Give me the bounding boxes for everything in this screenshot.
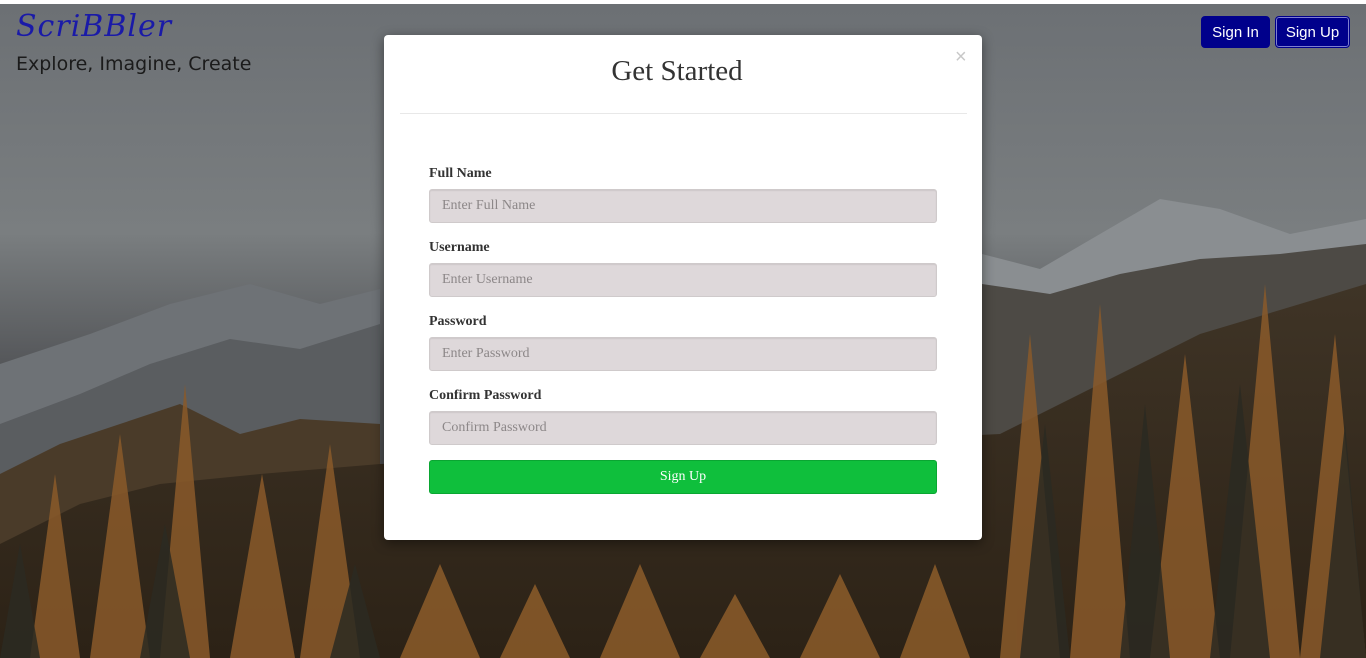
- brand-block: ScriBBler Explore, Imagine, Create: [16, 10, 251, 76]
- username-label: Username: [429, 240, 490, 255]
- submit-signup-button[interactable]: Sign Up: [429, 460, 937, 494]
- full-name-label: Full Name: [429, 166, 492, 181]
- site-logo[interactable]: ScriBBler: [16, 10, 251, 44]
- sign-in-button[interactable]: Sign In: [1201, 16, 1270, 48]
- confirm-password-input[interactable]: [429, 411, 937, 445]
- full-name-input[interactable]: [429, 189, 937, 223]
- password-label: Password: [429, 314, 487, 329]
- signup-modal: × Get Started Full Name Username Passwor…: [384, 35, 982, 540]
- modal-header-divider: [400, 113, 967, 114]
- modal-title: Get Started: [611, 55, 743, 87]
- confirm-password-label: Confirm Password: [429, 388, 542, 403]
- sign-up-button[interactable]: Sign Up: [1275, 16, 1350, 48]
- site-tagline: Explore, Imagine, Create: [16, 53, 252, 75]
- password-input[interactable]: [429, 337, 937, 371]
- username-input[interactable]: [429, 263, 937, 297]
